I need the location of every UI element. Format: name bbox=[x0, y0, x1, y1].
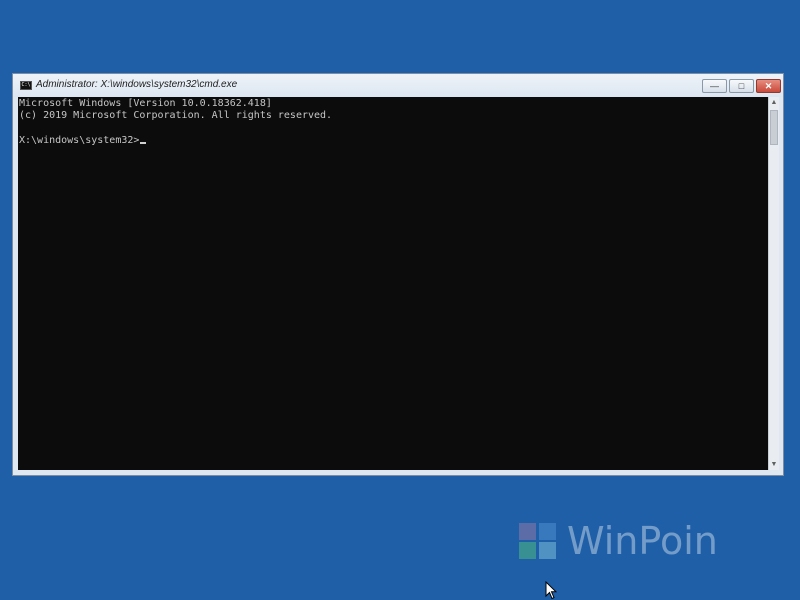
mouse-pointer-icon bbox=[545, 581, 557, 600]
scroll-down-arrow-icon[interactable]: ▼ bbox=[769, 459, 779, 470]
vertical-scrollbar[interactable]: ▲ ▼ bbox=[768, 97, 779, 470]
maximize-button[interactable]: □ bbox=[729, 79, 754, 93]
winpoin-watermark: WinPoin bbox=[519, 518, 729, 566]
console-output[interactable]: Microsoft Windows [Version 10.0.18362.41… bbox=[18, 97, 768, 470]
cmd-window[interactable]: C:\ Administrator: X:\windows\system32\c… bbox=[12, 73, 784, 476]
window-title: Administrator: X:\windows\system32\cmd.e… bbox=[36, 79, 238, 90]
minimize-button[interactable]: — bbox=[702, 79, 727, 93]
scroll-thumb[interactable] bbox=[770, 110, 778, 145]
console-line-version: Microsoft Windows [Version 10.0.18362.41… bbox=[19, 98, 272, 109]
close-button[interactable]: ✕ bbox=[756, 79, 781, 93]
scroll-up-arrow-icon[interactable]: ▲ bbox=[769, 97, 779, 108]
text-cursor bbox=[140, 142, 147, 144]
winpoin-logo-text: WinPoin bbox=[567, 519, 718, 563]
console-prompt: X:\windows\system32> bbox=[19, 135, 140, 146]
console-prompt-line[interactable]: X:\windows\system32> bbox=[19, 135, 147, 147]
winpoin-logo-icon bbox=[519, 523, 556, 559]
title-bar[interactable]: C:\ Administrator: X:\windows\system32\c… bbox=[13, 74, 783, 97]
cmd-icon: C:\ bbox=[20, 81, 32, 90]
console-line-copyright: (c) 2019 Microsoft Corporation. All righ… bbox=[19, 110, 333, 121]
